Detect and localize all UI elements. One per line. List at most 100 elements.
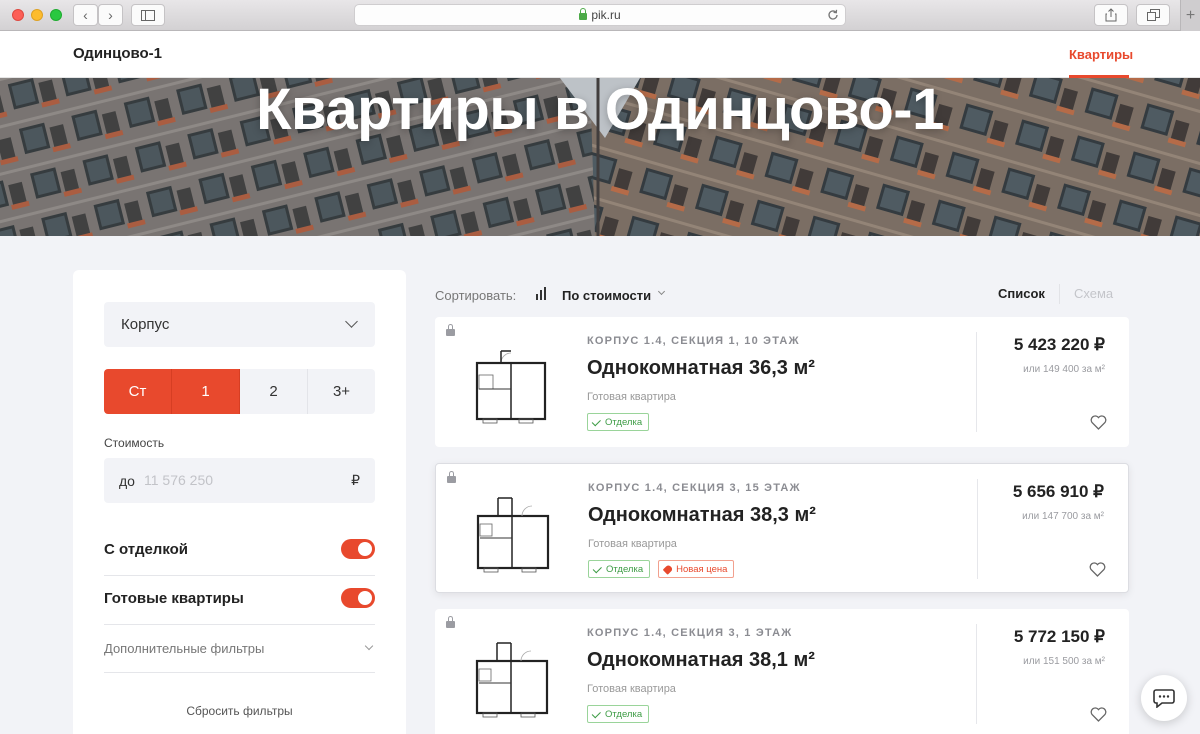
listing-location: КОРПУС 1.4, СЕКЦИЯ 1, 10 ЭТАЖ (587, 335, 800, 347)
heart-icon[interactable] (1090, 415, 1107, 430)
page-title: Квартиры в Одинцово-1 (256, 78, 944, 142)
nav-apartments[interactable]: Квартиры (1069, 47, 1133, 62)
chat-icon (1153, 689, 1175, 708)
listing-price-per-m2: или 151 500 за м² (1023, 656, 1105, 667)
currency-sign: ₽ (351, 472, 360, 488)
forward-button[interactable]: › (98, 4, 123, 26)
ready-toggle[interactable] (341, 588, 375, 608)
finish-badge-label: Отделка (606, 563, 644, 575)
rooms-option-1[interactable]: 1 (172, 369, 240, 414)
divider (1059, 284, 1060, 304)
sort-label: Сортировать: (435, 288, 517, 303)
listing-card[interactable]: КОРПУС 1.4, СЕКЦИЯ 1, 10 ЭТАЖ Однокомнат… (435, 317, 1129, 447)
finish-badge: Отделка (588, 560, 651, 578)
tabs-icon (1146, 9, 1160, 21)
close-window-button[interactable] (12, 9, 24, 21)
sidebar-icon (141, 9, 155, 21)
tag-icon (662, 563, 674, 575)
lock-icon (447, 471, 456, 483)
finish-badge: Отделка (587, 413, 650, 431)
listing-price: 5 772 150 ₽ (1013, 627, 1105, 646)
listing-location: КОРПУС 1.4, СЕКЦИЯ 3, 15 ЭТАЖ (588, 482, 801, 494)
listing-card[interactable]: КОРПУС 1.4, СЕКЦИЯ 3, 1 ЭТАЖ Однокомнатн… (435, 609, 1129, 734)
check-icon (591, 416, 601, 426)
heart-icon[interactable] (1089, 562, 1106, 577)
sort-select[interactable]: По стоимости (562, 288, 651, 303)
sort-bar: Сортировать: По стоимости Список Схема (435, 284, 1129, 304)
floor-plan-image (475, 350, 547, 424)
address-bar[interactable]: pik.ru (354, 4, 846, 26)
rooms-selector: Ст 1 2 3+ (104, 369, 375, 414)
chevron-down-icon (364, 641, 374, 651)
hero-banner: Квартиры в Одинцово-1 (0, 78, 1200, 236)
view-list-tab[interactable]: Список (998, 286, 1045, 301)
chevron-down-icon (657, 287, 666, 296)
divider (104, 624, 375, 625)
listing-price: 5 656 910 ₽ (1012, 482, 1104, 501)
listing-location: КОРПУС 1.4, СЕКЦИЯ 3, 1 ЭТАЖ (587, 627, 793, 639)
listing-status: Готовая квартира (588, 538, 677, 550)
listing-title[interactable]: Однокомнатная 38,1 м² (587, 649, 815, 672)
back-button[interactable]: ‹ (73, 4, 98, 26)
view-scheme-tab[interactable]: Схема (1074, 286, 1113, 301)
site-header: Одинцово-1 Квартиры (0, 31, 1200, 78)
zoom-window-button[interactable] (50, 9, 62, 21)
listing-badges: Отделка (587, 413, 650, 431)
finish-badge-label: Отделка (605, 708, 643, 720)
listing-price: 5 423 220 ₽ (1013, 335, 1105, 354)
listing-price-per-m2: или 147 700 за м² (1022, 511, 1104, 522)
finish-toggle[interactable] (341, 539, 375, 559)
sidebar-toggle-button[interactable] (131, 4, 165, 26)
finish-toggle-row: С отделкой (104, 539, 375, 561)
ready-toggle-row: Готовые квартиры (104, 588, 375, 610)
reset-filters-link[interactable]: Сбросить фильтры (73, 704, 406, 718)
floor-plan-image (475, 642, 549, 718)
reload-icon[interactable] (827, 9, 839, 21)
share-icon (1105, 8, 1117, 22)
lock-icon (446, 324, 455, 336)
rooms-option-studio[interactable]: Ст (104, 369, 172, 414)
more-filters-toggle[interactable]: Дополнительные фильтры (104, 640, 375, 660)
new-tab-button[interactable]: + (1180, 0, 1200, 31)
listing-status: Готовая квартира (587, 683, 676, 695)
divider (104, 672, 375, 673)
more-filters-label: Дополнительные фильтры (104, 641, 265, 656)
listing-badges: Отделка Новая цена (588, 560, 735, 578)
divider (976, 624, 977, 724)
ready-toggle-label: Готовые квартиры (104, 590, 244, 607)
new-price-badge-label: Новая цена (676, 563, 728, 575)
minimize-window-button[interactable] (31, 9, 43, 21)
divider (104, 575, 375, 576)
show-tabs-button[interactable] (1136, 4, 1170, 26)
floor-plan-image (476, 497, 550, 573)
building-select-label: Корпус (121, 316, 170, 333)
browser-toolbar: ‹ › pik.ru + (0, 0, 1200, 31)
price-label: Стоимость (104, 436, 165, 450)
sort-bars-icon (536, 287, 550, 300)
share-button[interactable] (1094, 4, 1128, 26)
listing-card[interactable]: КОРПУС 1.4, СЕКЦИЯ 3, 15 ЭТАЖ Однокомнат… (435, 463, 1129, 593)
price-field: до ₽ (104, 458, 375, 503)
lock-icon (579, 7, 588, 20)
chat-button[interactable] (1141, 675, 1187, 721)
heart-icon[interactable] (1090, 707, 1107, 722)
rooms-option-2[interactable]: 2 (240, 369, 308, 414)
divider (977, 479, 978, 579)
price-max-input[interactable] (144, 469, 334, 491)
building-select[interactable]: Корпус (104, 302, 375, 347)
finish-toggle-label: С отделкой (104, 541, 189, 558)
site-title[interactable]: Одинцово-1 (73, 45, 162, 62)
new-price-badge: Новая цена (658, 560, 735, 578)
check-icon (591, 708, 601, 718)
divider (976, 332, 977, 432)
listing-title[interactable]: Однокомнатная 38,3 м² (588, 504, 816, 527)
rooms-option-3plus[interactable]: 3+ (308, 369, 375, 414)
url-text: pik.ru (591, 8, 621, 22)
listing-price-per-m2: или 149 400 за м² (1023, 364, 1105, 375)
listing-status: Готовая квартира (587, 391, 676, 403)
lock-icon (446, 616, 455, 628)
price-prefix: до (119, 473, 135, 489)
finish-badge: Отделка (587, 705, 650, 723)
finish-badge-label: Отделка (605, 416, 643, 428)
listing-title[interactable]: Однокомнатная 36,3 м² (587, 357, 815, 380)
